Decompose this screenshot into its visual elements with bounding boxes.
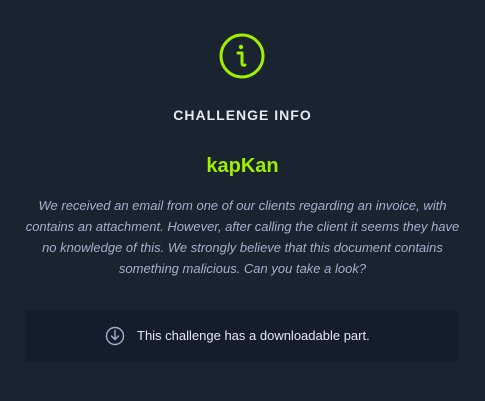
download-notice: This challenge has a downloadable part. (25, 310, 459, 362)
info-icon (219, 33, 265, 79)
challenge-description: We received an email from one of our cli… (25, 198, 460, 276)
section-title: CHALLENGE INFO (173, 107, 312, 123)
challenge-name: kapKan (206, 155, 279, 177)
download-icon (105, 326, 125, 346)
download-notice-text: This challenge has a downloadable part. (137, 328, 370, 343)
